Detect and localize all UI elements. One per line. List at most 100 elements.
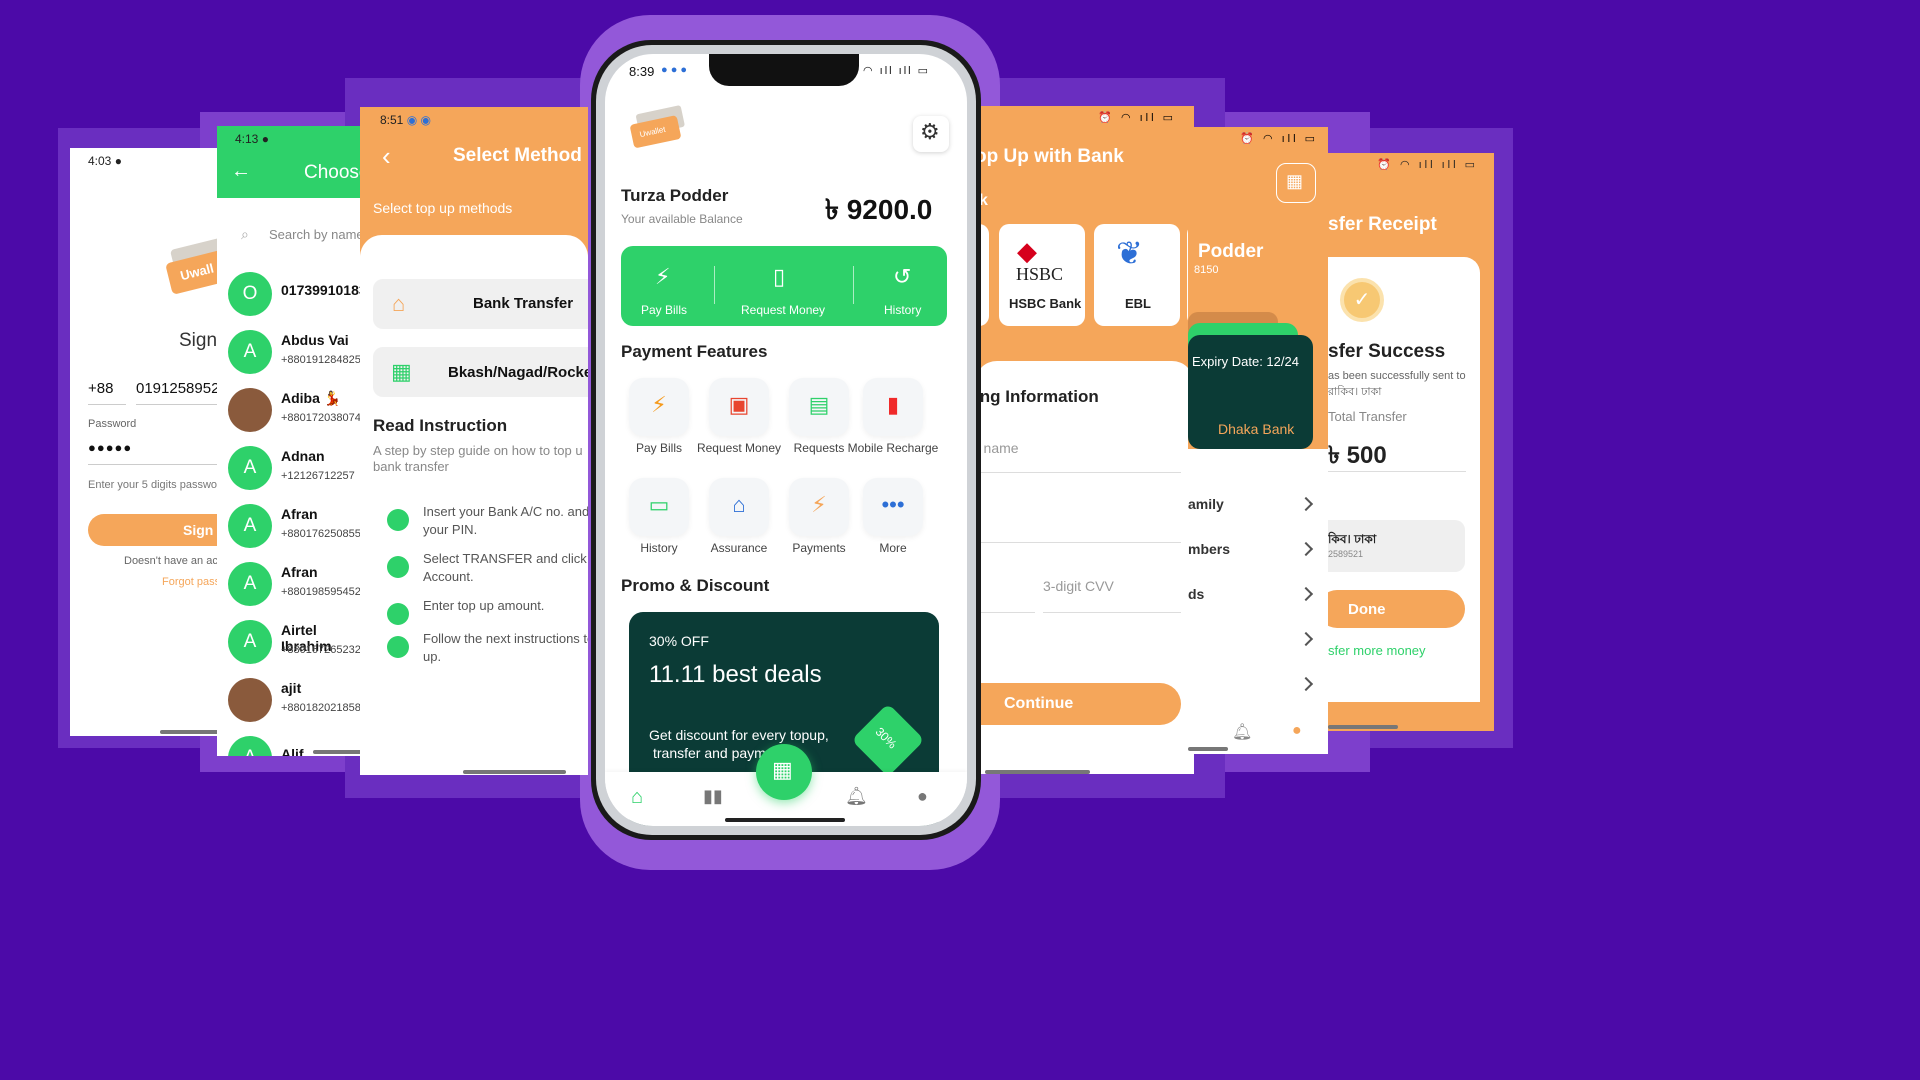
user-name: Turza Podder: [621, 186, 729, 205]
gear-icon: ⚙: [920, 119, 940, 144]
step-text: Enter top up amount.: [423, 598, 545, 613]
back-chevron-icon[interactable]: ‹: [382, 141, 391, 172]
total-label: Total Transfer: [1328, 409, 1407, 424]
page-title: sfer Receipt: [1328, 214, 1437, 235]
feature-request-money[interactable]: ▣: [709, 378, 769, 436]
chevron-right-icon: [1298, 676, 1314, 692]
cvv-input[interactable]: 3-digit CVV: [1043, 578, 1114, 594]
contact-avatar: O: [228, 272, 272, 316]
promo-desc-2: transfer and paym: [653, 745, 766, 761]
password-field[interactable]: ●●●●●: [88, 440, 132, 455]
contact-name[interactable]: Alif: [281, 746, 304, 756]
features-title: Payment Features: [621, 342, 768, 361]
receipt-screen: ⏰ ◠ ıll ıll ▭ sfer Receipt ✓ sfer Succes…: [1328, 153, 1494, 731]
name-underline: [975, 472, 1181, 473]
contact-photo-avatar: [228, 388, 272, 432]
bell-icon[interactable]: 🔔︎: [1232, 722, 1252, 742]
contact-name[interactable]: Abdus Vai: [281, 332, 349, 348]
bell-icon[interactable]: 🔔︎: [845, 786, 868, 807]
step-bullet-icon: [387, 556, 409, 578]
promo-title: Promo & Discount: [621, 576, 770, 595]
receipt-card: [1328, 257, 1480, 702]
contact-name[interactable]: ajit: [281, 680, 301, 696]
balance-label: Your available Balance: [621, 212, 743, 226]
status-dot-icon: ●: [261, 132, 269, 146]
contact-phone: +8801720380747: [281, 412, 367, 424]
bank-transfer-label: Bank Transfer: [473, 295, 574, 312]
feature-label: More: [879, 541, 907, 555]
promo-desc: Get discount for every topup,: [649, 727, 829, 743]
status-icons: ⏰ ◠ ıll ▭: [1240, 133, 1318, 145]
feature-requests[interactable]: ▤: [789, 378, 849, 436]
success-desc: as been successfully sent to: [1328, 370, 1466, 382]
status-time: 8:51: [380, 113, 404, 127]
transfer-more-link[interactable]: sfer more money: [1328, 643, 1426, 658]
card-icon: ▭: [648, 492, 670, 517]
card-bank-name: Dhaka Bank: [1218, 421, 1295, 437]
profile-menu-item[interactable]: amily: [1188, 496, 1224, 512]
continue-button-label: Continue: [1004, 695, 1074, 712]
feature-history[interactable]: ▭: [629, 478, 689, 536]
search-icon: ⌕: [241, 226, 249, 242]
step-bullet-icon: [387, 603, 409, 625]
choose-contact-screen: 4:13 ● ← Choose ⌕ Search by name O 017399…: [217, 126, 367, 756]
promo-off: 30% OFF: [649, 633, 709, 649]
back-arrow-icon[interactable]: ←: [231, 160, 251, 183]
card-number-underline[interactable]: [975, 542, 1181, 543]
contact-avatar: A: [228, 446, 272, 490]
phone-underline-2: [136, 404, 230, 405]
more-icon: •••: [881, 492, 905, 517]
profile-icon[interactable]: ●: [917, 786, 928, 807]
page-title: op Up with Bank: [975, 146, 1124, 167]
feature-more[interactable]: •••: [863, 478, 923, 536]
search-input[interactable]: Search by name: [269, 227, 364, 242]
feature-label: Mobile Recharge: [847, 441, 939, 455]
pay-bills-action[interactable]: Pay Bills: [641, 303, 687, 317]
step-text: Insert your Bank A/C no. and ent your PI…: [423, 504, 588, 537]
status-app-icons: ● ● ●: [661, 64, 688, 76]
name-input[interactable]: r name: [975, 440, 1019, 456]
notch: [709, 54, 859, 86]
instruction-title: Read Instruction: [373, 416, 508, 435]
contact-phone: +8801762508555: [281, 528, 367, 540]
hsbc-logo-icon: ◆: [1017, 236, 1037, 266]
chevron-right-icon: [1298, 586, 1314, 602]
home-indicator: [1328, 725, 1398, 729]
status-time: 4:13: [235, 132, 259, 146]
status-icons: ⏰ ◠ ıll ıll ▭: [1377, 159, 1478, 171]
forgot-password-link[interactable]: Forgot pass: [162, 576, 220, 588]
contact-name[interactable]: Adiba 💃: [281, 390, 341, 407]
expiry-underline[interactable]: [975, 612, 1035, 613]
feature-payments[interactable]: ⚡︎: [789, 478, 849, 536]
qr-icon: ▦: [391, 359, 412, 384]
no-account-text: Doesn't have an ac: [124, 555, 218, 567]
profile-icon[interactable]: ●: [1292, 722, 1302, 740]
profile-menu-item[interactable]: ds: [1188, 586, 1204, 602]
user-number: 8150: [1194, 264, 1219, 276]
cvv-underline: [1043, 612, 1181, 613]
profile-menu-item[interactable]: mbers: [1188, 541, 1230, 557]
contact-name[interactable]: 01739910183: [281, 282, 367, 298]
history-action[interactable]: History: [884, 303, 921, 317]
page-title: Select Method: [453, 145, 582, 166]
phone-field[interactable]: 01912589521: [136, 380, 228, 397]
contact-name[interactable]: Afran: [281, 564, 318, 580]
home-icon[interactable]: ⌂: [631, 786, 643, 809]
contact-name[interactable]: Afran: [281, 506, 318, 522]
success-title: sfer Success: [1328, 341, 1446, 362]
receipt-icon: ▤: [808, 392, 830, 417]
feature-assurance[interactable]: ⌂: [709, 478, 769, 536]
stats-icon[interactable]: ▮▮: [703, 786, 723, 807]
phone-underline: [88, 404, 126, 405]
request-money-action[interactable]: Request Money: [741, 303, 825, 317]
contact-photo-avatar: [228, 678, 272, 722]
country-code[interactable]: +88: [88, 380, 113, 397]
status-bar: 4:13 ●: [217, 126, 367, 152]
feature-pay-bills[interactable]: ⚡︎: [629, 378, 689, 436]
home-indicator: [313, 750, 367, 754]
step-text: Follow the next instructions to c top-up…: [423, 631, 588, 664]
feature-mobile-recharge[interactable]: ▮: [863, 378, 923, 436]
contact-name[interactable]: Adnan: [281, 448, 325, 464]
topup-bank-screen: ⏰ ◠ ıll ▭ op Up with Bank k ◆ HSBC HSBC …: [975, 106, 1194, 774]
password-hint: Enter your 5 digits passwo: [88, 479, 218, 491]
